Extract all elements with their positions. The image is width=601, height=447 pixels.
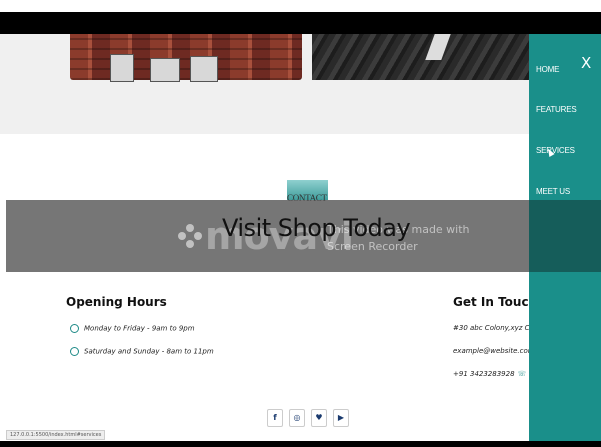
nav-item-features[interactable]: FEATURES (536, 105, 577, 114)
nav-item-home[interactable]: HOME (536, 65, 559, 74)
close-icon[interactable]: X (581, 54, 591, 72)
youtube-icon[interactable]: ▶ (333, 409, 349, 427)
facebook-icon[interactable]: f (267, 409, 283, 427)
page-content (0, 134, 530, 447)
recording-black-bar (0, 12, 601, 34)
phone-icon: ☏ (517, 370, 527, 378)
contact-phone[interactable]: +91 3423283928 ☏ (453, 370, 526, 378)
twitter-icon[interactable]: ♥ (311, 409, 327, 427)
nav-item-meet-us[interactable]: MEET US (536, 187, 570, 196)
clock-icon (70, 347, 79, 356)
browser-top-strip (0, 0, 601, 12)
get-in-touch-heading: Get In Touch (453, 295, 538, 309)
hours-row: Monday to Friday - 9am to 9pm (70, 324, 195, 333)
banner-title: Visit Shop Today (222, 214, 411, 242)
instagram-icon[interactable]: ◎ (289, 409, 305, 427)
gallery-photo-brick-wall (70, 34, 302, 82)
movavi-logo-icon (178, 224, 202, 248)
side-nav-drawer: X HOME FEATURES SERVICES MEET US (529, 34, 601, 441)
nav-item-services[interactable]: SERVICES (536, 146, 575, 155)
opening-hours-heading: Opening Hours (66, 295, 167, 309)
gallery-photo-dark (312, 34, 530, 80)
side-nav-overlay-band (529, 200, 601, 272)
recording-bottom-bar (0, 441, 601, 447)
hours-row: Saturday and Sunday - 8am to 11pm (70, 347, 214, 356)
status-bar-url: 127.0.0.1:5500/index.html#services (6, 430, 106, 440)
clock-icon (70, 324, 79, 333)
contact-address: #30 abc Colony,xyz City (453, 324, 539, 332)
